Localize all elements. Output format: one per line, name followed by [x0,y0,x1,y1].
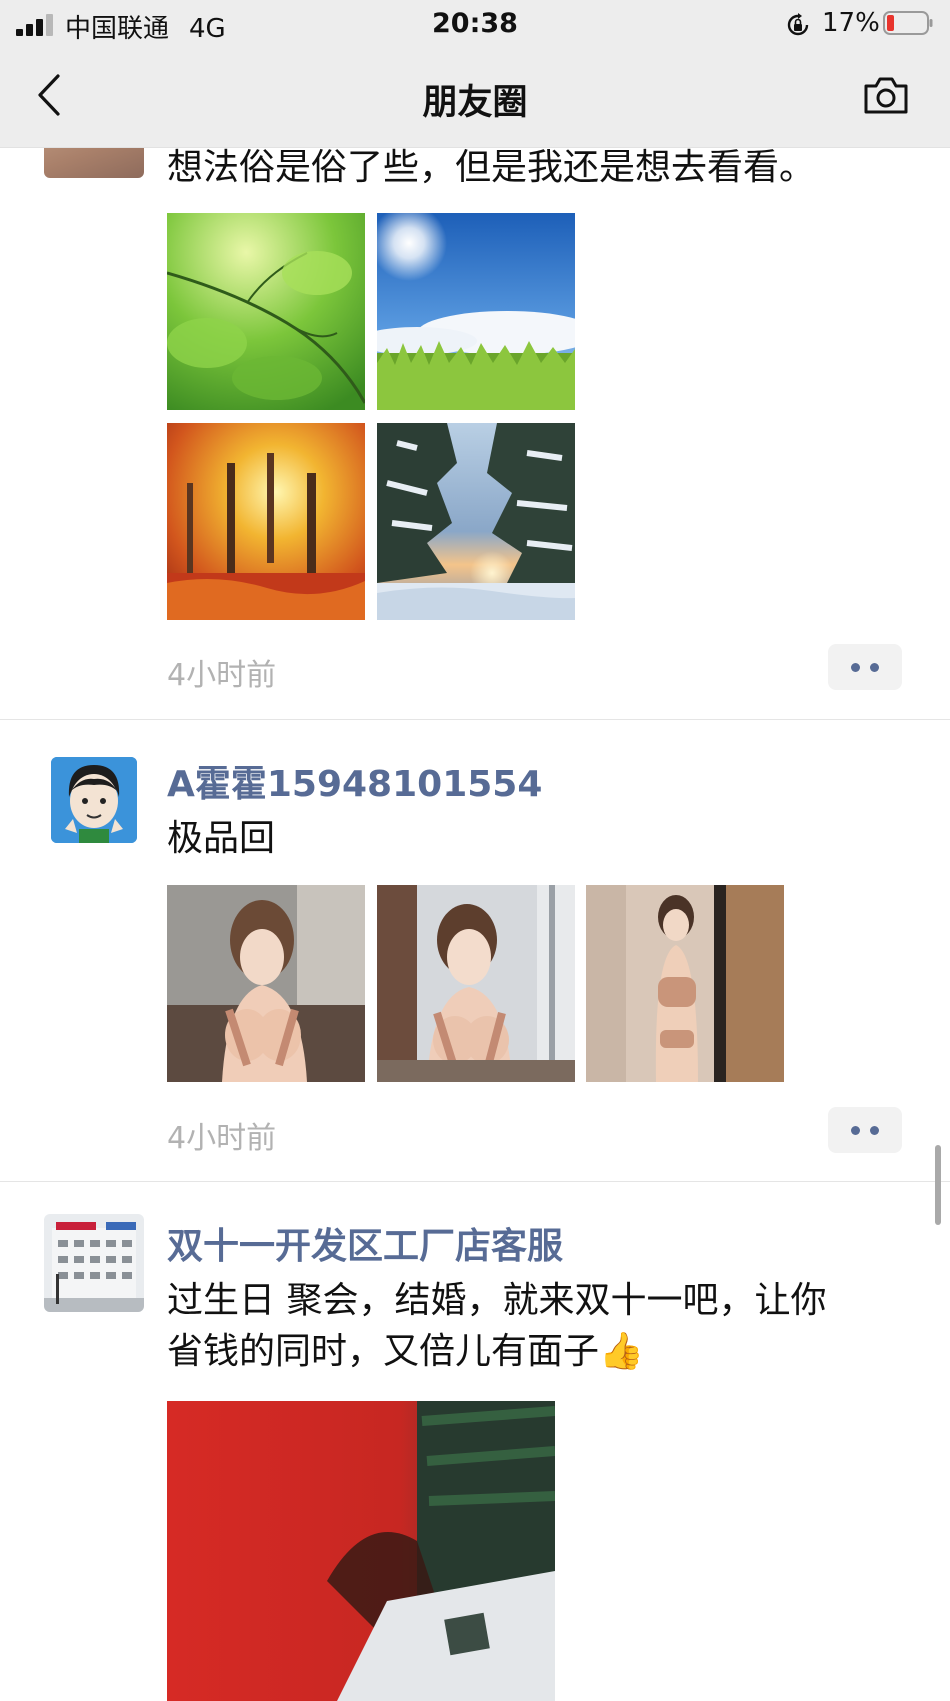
post3-text-line-1: 过生日 聚会，结婚，就来双十一吧，让你 [167,1280,827,1321]
post-divider [0,1181,950,1182]
post2-timestamp: 4小时前 [167,1121,277,1156]
battery-icon [883,11,933,35]
dot-icon [851,1126,860,1135]
dot-icon [870,663,879,672]
camera-icon[interactable] [862,74,910,116]
top-bar: 中国联通 4G 20:38 17% 朋友圈 [0,0,950,148]
post2-author-name[interactable]: A霍霍15948101554 [167,755,542,807]
post1-image-green-leaves[interactable] [167,213,365,410]
post3-avatar[interactable] [44,1214,144,1312]
post1-more-button[interactable] [828,644,902,690]
nav-bar: 朋友圈 [0,48,950,147]
post2-image-2[interactable] [377,885,575,1082]
post1-image-sun-sky-grass[interactable] [377,213,575,410]
post2-more-button[interactable] [828,1107,902,1153]
rotation-lock-icon [787,13,809,36]
post1-text: 想法俗是俗了些，但是我还是想去看看。 [167,147,816,188]
post2-avatar[interactable] [51,757,137,843]
post-divider [0,719,950,720]
post3-video-thumbnail[interactable] [167,1401,555,1701]
status-bar: 中国联通 4G 20:38 17% [0,0,950,48]
page-title: 朋友圈 [422,83,528,123]
post1-image-snowy-forest-sunset[interactable] [377,423,575,620]
post2-image-3[interactable] [586,885,784,1082]
scrollbar[interactable] [935,1145,941,1225]
post2-text: 极品回 [167,818,276,859]
post1-image-autumn-forest[interactable] [167,423,365,620]
dot-icon [870,1126,879,1135]
post1-timestamp: 4小时前 [167,658,277,693]
moments-feed[interactable]: 想法俗是俗了些，但是我还是想去看看。 4小时前 A霍霍15948101554 极… [0,0,950,1701]
post3-author-name[interactable]: 双十一开发区工厂店客服 [167,1217,563,1269]
post3-text-line-2: 省钱的同时，又倍儿有面子👍 [167,1331,644,1372]
dot-icon [851,663,860,672]
battery-percentage: 17% [822,8,880,38]
post2-image-1[interactable] [167,885,365,1082]
